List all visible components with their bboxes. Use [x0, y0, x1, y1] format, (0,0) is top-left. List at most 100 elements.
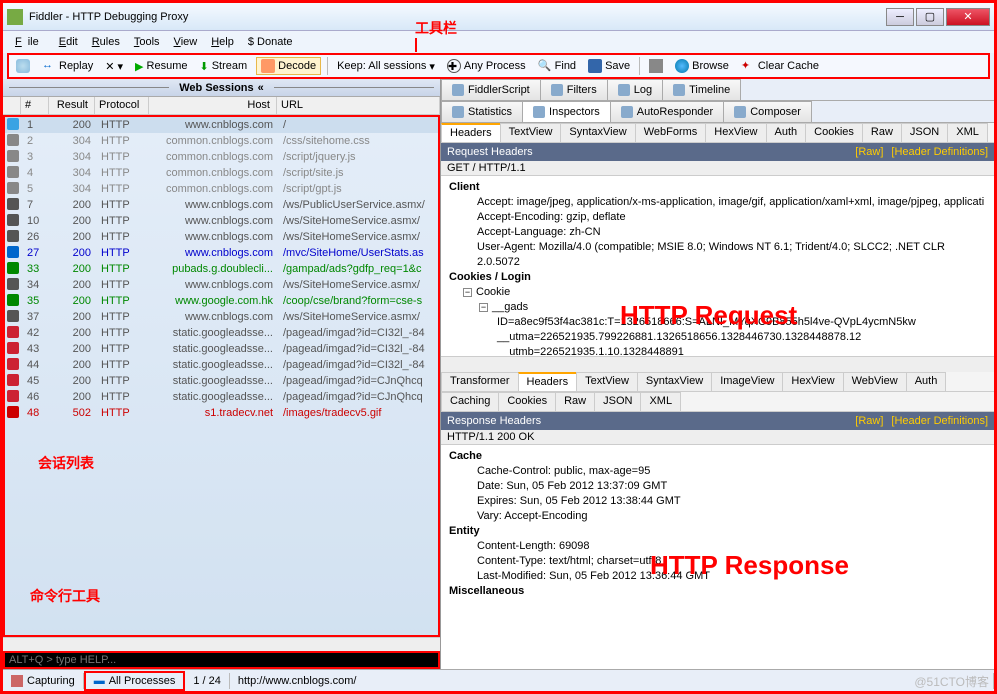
req-def-link[interactable]: [Header Definitions]: [891, 146, 988, 158]
session-row[interactable]: 42200HTTPstatic.googleadsse.../pagead/im…: [5, 325, 438, 341]
session-row[interactable]: 5304HTTPcommon.cnblogs.com/script/gpt.js: [5, 181, 438, 197]
request-body[interactable]: Client Accept: image/jpeg, application/x…: [441, 176, 994, 356]
response-headers-bar: Response Headers [Raw][Header Definition…: [441, 412, 994, 430]
session-row[interactable]: 48502HTTPs1.tradecv.net/images/tradecv5.…: [5, 405, 438, 421]
subtab-hexview[interactable]: HexView: [782, 372, 843, 391]
replay-button[interactable]: ↔Replay: [39, 58, 96, 74]
tab-fl[interactable]: Filters: [540, 79, 608, 100]
browse-button[interactable]: Browse: [672, 58, 732, 74]
menu-rules[interactable]: Rules: [86, 34, 126, 50]
session-row[interactable]: 35200HTTPwww.google.com.hk/coop/cse/bran…: [5, 293, 438, 309]
menu-tools[interactable]: Tools: [128, 34, 166, 50]
tab-fs[interactable]: FiddlerScript: [441, 79, 541, 100]
status-processes[interactable]: ▬All Processes: [84, 671, 186, 691]
stream-button[interactable]: ⬇ Stream: [196, 59, 250, 74]
session-row[interactable]: 1200HTTPwww.cnblogs.com/: [5, 117, 438, 133]
tab-cp[interactable]: Composer: [723, 101, 812, 122]
any-process-button[interactable]: ✚ Any Process: [444, 58, 529, 74]
quickexec-input[interactable]: [3, 651, 440, 669]
subtab-auth[interactable]: Auth: [766, 123, 807, 142]
tab-tl[interactable]: Timeline: [662, 79, 741, 100]
subtab-json[interactable]: JSON: [901, 123, 948, 142]
session-row[interactable]: 37200HTTPwww.cnblogs.com/ws/SiteHomeServ…: [5, 309, 438, 325]
session-row[interactable]: 46200HTTPstatic.googleadsse.../pagead/im…: [5, 389, 438, 405]
sessions-hscroll[interactable]: [3, 637, 440, 651]
remove-button[interactable]: ✕ ▾: [102, 59, 126, 74]
sessions-columns: # Result Protocol Host URL: [3, 97, 440, 115]
subtab-json[interactable]: JSON: [594, 392, 641, 411]
tree-toggle-icon[interactable]: −: [463, 288, 472, 297]
session-row[interactable]: 45200HTTPstatic.googleadsse.../pagead/im…: [5, 373, 438, 389]
sessions-pane: Web Sessions « # Result Protocol Host UR…: [3, 79, 441, 669]
subtab-xml[interactable]: XML: [947, 123, 988, 142]
save-button[interactable]: Save: [585, 58, 633, 74]
subtab-xml[interactable]: XML: [640, 392, 681, 411]
response-body[interactable]: Cache Cache-Control: public, max-age=95 …: [441, 445, 994, 669]
decode-button[interactable]: Decode: [256, 57, 321, 75]
session-row[interactable]: 4304HTTPcommon.cnblogs.com/script/site.j…: [5, 165, 438, 181]
subtab-webview[interactable]: WebView: [843, 372, 907, 391]
subtab-cookies[interactable]: Cookies: [498, 392, 556, 411]
menu-donate[interactable]: $ Donate: [242, 34, 299, 50]
tree-toggle-icon[interactable]: −: [479, 303, 488, 312]
session-row[interactable]: 33200HTTPpubads.g.doublecli.../gampad/ad…: [5, 261, 438, 277]
session-row[interactable]: 2304HTTPcommon.cnblogs.com/css/sitehome.…: [5, 133, 438, 149]
detail-tabs-row2: StatisticsInspectorsAutoResponderCompose…: [441, 101, 994, 123]
session-row[interactable]: 7200HTTPwww.cnblogs.com/ws/PublicUserSer…: [5, 197, 438, 213]
minimize-button[interactable]: ─: [886, 8, 914, 26]
status-count: 1 / 24: [185, 673, 230, 689]
subtab-raw[interactable]: Raw: [862, 123, 902, 142]
subtab-textview[interactable]: TextView: [576, 372, 638, 391]
session-row[interactable]: 26200HTTPwww.cnblogs.com/ws/SiteHomeServ…: [5, 229, 438, 245]
session-row[interactable]: 27200HTTPwww.cnblogs.com/mvc/SiteHome/Us…: [5, 245, 438, 261]
subtab-raw[interactable]: Raw: [555, 392, 595, 411]
subtab-transformer[interactable]: Transformer: [441, 372, 519, 391]
subtab-headers[interactable]: Headers: [518, 372, 578, 391]
col-url[interactable]: URL: [277, 97, 440, 114]
col-id[interactable]: #: [21, 97, 49, 114]
subtab-headers[interactable]: Headers: [441, 123, 501, 142]
tab-in[interactable]: Inspectors: [522, 101, 611, 122]
maximize-button[interactable]: ▢: [916, 8, 944, 26]
sessions-list[interactable]: 1200HTTPwww.cnblogs.com/2304HTTPcommon.c…: [3, 115, 440, 637]
subtab-imageview[interactable]: ImageView: [711, 372, 783, 391]
session-row[interactable]: 3304HTTPcommon.cnblogs.com/script/jquery…: [5, 149, 438, 165]
col-protocol[interactable]: Protocol: [95, 97, 149, 114]
subtab-syntaxview[interactable]: SyntaxView: [560, 123, 635, 142]
find-button[interactable]: 🔍Find: [535, 58, 579, 74]
res-raw-link[interactable]: [Raw]: [855, 415, 883, 427]
res-def-link[interactable]: [Header Definitions]: [891, 415, 988, 427]
tab-st[interactable]: Statistics: [441, 101, 523, 122]
session-row[interactable]: 34200HTTPwww.cnblogs.com/ws/SiteHomeServ…: [5, 277, 438, 293]
window-title: Fiddler - HTTP Debugging Proxy: [29, 11, 886, 23]
menu-help[interactable]: Help: [205, 34, 240, 50]
subtab-cookies[interactable]: Cookies: [805, 123, 863, 142]
req-raw-link[interactable]: [Raw]: [855, 146, 883, 158]
status-capturing[interactable]: Capturing: [3, 673, 84, 689]
col-host[interactable]: Host: [149, 97, 277, 114]
subtab-auth[interactable]: Auth: [906, 372, 947, 391]
subtab-textview[interactable]: TextView: [500, 123, 562, 142]
tab-lg[interactable]: Log: [607, 79, 663, 100]
session-row[interactable]: 43200HTTPstatic.googleadsse.../pagead/im…: [5, 341, 438, 357]
subtab-caching[interactable]: Caching: [441, 392, 499, 411]
subtab-webforms[interactable]: WebForms: [635, 123, 707, 142]
clear-cache-button[interactable]: ✦Clear Cache: [738, 58, 822, 74]
session-row[interactable]: 44200HTTPstatic.googleadsse.../pagead/im…: [5, 357, 438, 373]
screenshot-button[interactable]: [646, 58, 666, 74]
comment-button[interactable]: [13, 58, 33, 74]
session-row[interactable]: 10200HTTPwww.cnblogs.com/ws/SiteHomeServ…: [5, 213, 438, 229]
resume-button[interactable]: ▶ Resume: [132, 59, 190, 74]
request-hscroll[interactable]: [441, 356, 994, 372]
subtab-hexview[interactable]: HexView: [705, 123, 766, 142]
response-line: HTTP/1.1 200 OK: [441, 430, 994, 445]
detail-pane: FiddlerScriptFiltersLogTimeline Statisti…: [441, 79, 994, 669]
close-button[interactable]: ✕: [946, 8, 990, 26]
keep-dropdown[interactable]: Keep: All sessions ▾: [334, 59, 438, 74]
subtab-syntaxview[interactable]: SyntaxView: [637, 372, 712, 391]
col-result[interactable]: Result: [49, 97, 95, 114]
menu-view[interactable]: View: [168, 34, 204, 50]
menu-edit[interactable]: Edit: [53, 34, 84, 50]
menu-file[interactable]: File: [9, 34, 51, 50]
tab-ar[interactable]: AutoResponder: [610, 101, 724, 122]
